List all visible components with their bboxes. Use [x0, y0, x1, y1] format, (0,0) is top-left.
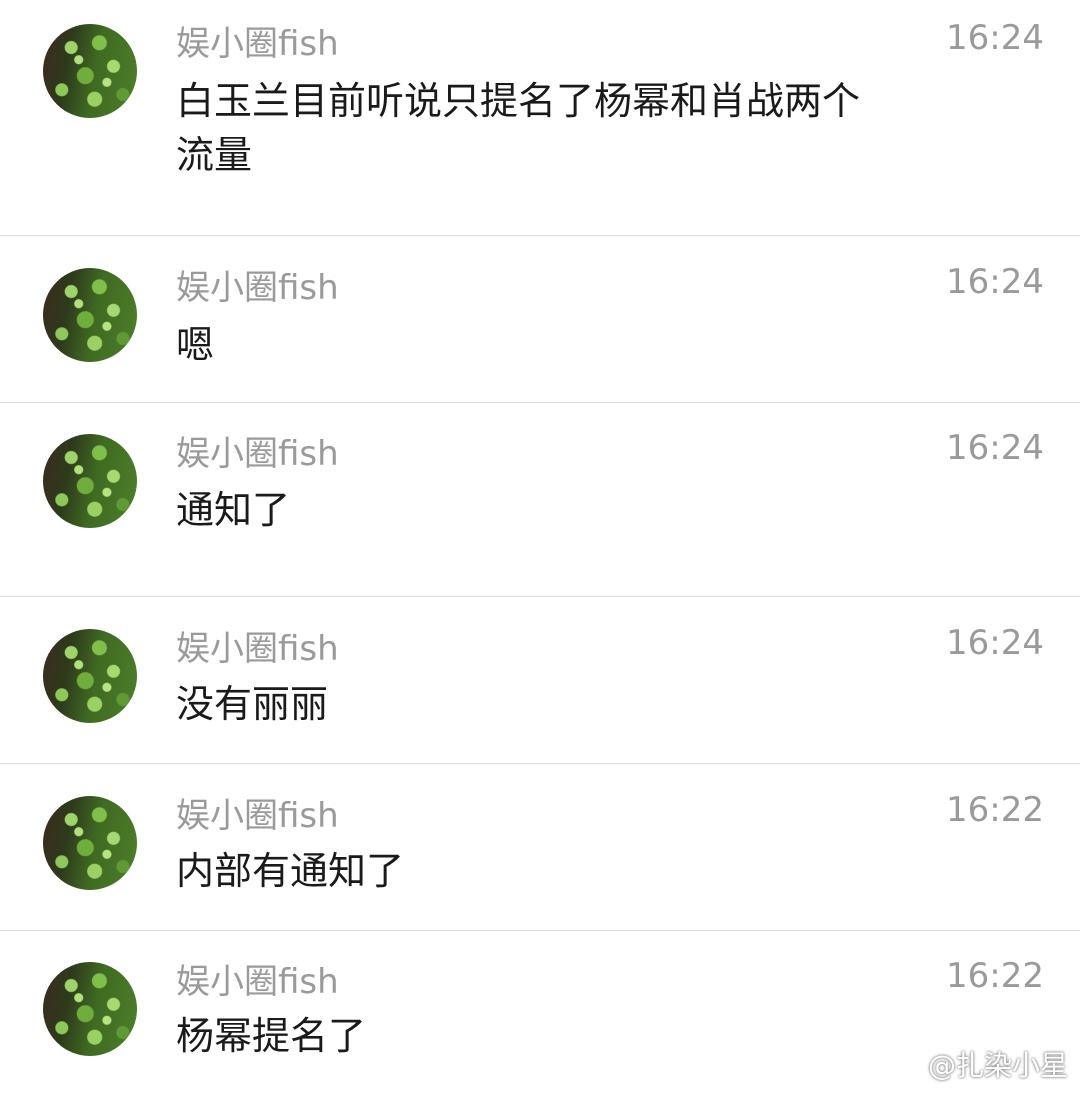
message-time: 16:24 [946, 262, 1044, 302]
message-time: 16:24 [946, 428, 1044, 468]
sender-name: 娱小圈fish [176, 629, 339, 669]
avatar[interactable] [43, 962, 137, 1056]
sender-name: 娱小圈fish [176, 796, 339, 836]
message-time: 16:24 [946, 18, 1044, 58]
avatar[interactable] [43, 629, 137, 723]
message-time: 16:22 [946, 790, 1044, 830]
weibo-icon [884, 1048, 924, 1080]
watermark-text: @扎染小星 [927, 1049, 1068, 1082]
avatar[interactable] [43, 434, 137, 528]
message-text: 通知了 [176, 488, 291, 532]
avatar[interactable] [43, 24, 137, 118]
watermark: @扎染小星 [884, 1044, 1068, 1084]
sender-name: 娱小圈fish [176, 962, 339, 1002]
message-time: 16:24 [946, 623, 1044, 663]
sender-name: 娱小圈fish [176, 434, 339, 474]
chat-message-list: 娱小圈fish 白玉兰目前听说只提名了杨幂和肖战两个流量 16:24 娱小圈fi… [0, 0, 1080, 1094]
message-text: 白玉兰目前听说只提名了杨幂和肖战两个流量 [176, 79, 861, 177]
message-item[interactable]: 娱小圈fish 通知了 16:24 [0, 403, 1080, 597]
message-text: 嗯 [176, 323, 215, 367]
avatar[interactable] [43, 268, 137, 362]
message-time: 16:22 [946, 956, 1044, 996]
message-text: 没有丽丽 [176, 682, 329, 726]
message-item[interactable]: 娱小圈fish 没有丽丽 16:24 [0, 597, 1080, 764]
avatar[interactable] [43, 796, 137, 890]
message-text: 杨幂提名了 [176, 1014, 367, 1058]
message-item[interactable]: 娱小圈fish 白玉兰目前听说只提名了杨幂和肖战两个流量 16:24 [0, 0, 1080, 236]
message-item[interactable]: 娱小圈fish 内部有通知了 16:22 [0, 764, 1080, 931]
message-text: 内部有通知了 [176, 849, 405, 893]
sender-name: 娱小圈fish [176, 268, 339, 308]
sender-name: 娱小圈fish [176, 24, 339, 64]
message-item[interactable]: 娱小圈fish 嗯 16:24 [0, 236, 1080, 403]
